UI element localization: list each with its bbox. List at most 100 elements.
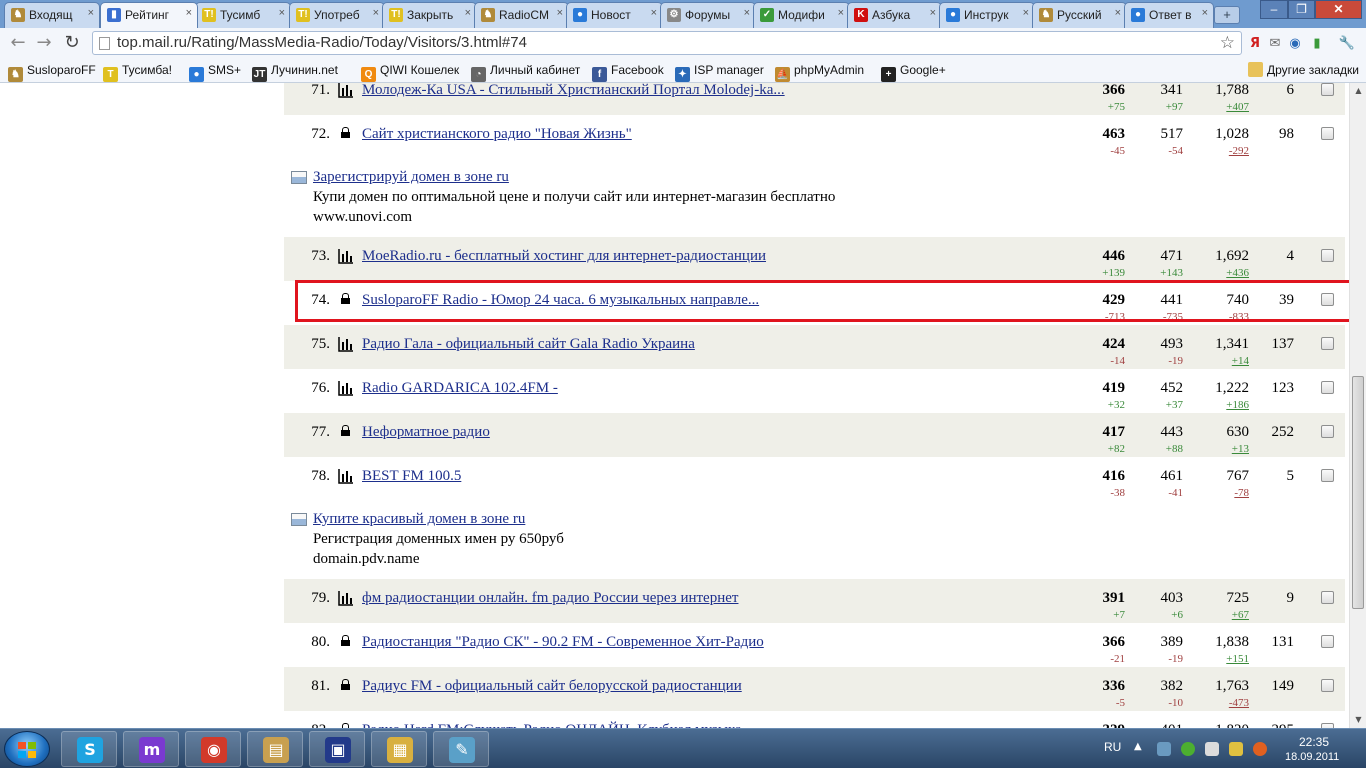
ad-title-link[interactable]: Купите красивый домен в зоне ru [313,511,525,528]
close-tab-icon[interactable]: × [186,7,192,19]
close-tab-icon[interactable]: × [744,7,750,19]
tab[interactable]: T! Тусимб × [195,2,291,28]
close-tab-icon[interactable]: × [279,7,285,19]
back-button[interactable]: ← [6,32,30,54]
tab[interactable]: ♞ Русский × [1032,2,1127,28]
taskbar-folder-button[interactable]: ▦ [371,731,427,767]
close-tab-icon[interactable]: × [651,7,657,19]
close-tab-icon[interactable]: × [557,7,563,19]
clock-time[interactable]: 22:35 [1299,735,1329,749]
row-checkbox[interactable] [1321,249,1334,262]
bookmark-item[interactable]: T Тусимба! [103,62,172,82]
wrench-icon[interactable]: 🔧 [1338,35,1356,53]
tray-antivirus-icon[interactable] [1253,742,1267,756]
site-link[interactable]: BEST FM 100.5 [362,468,461,485]
close-tab-icon[interactable]: × [465,7,471,19]
tab[interactable]: ♞ Входящ × [4,2,100,28]
close-tab-icon[interactable]: × [373,7,379,19]
stats-chart-icon[interactable] [338,590,354,606]
tab[interactable]: ▮ Рейтинг × [100,2,198,28]
start-button[interactable] [4,731,50,767]
close-window-button[interactable]: ✕ [1315,0,1362,19]
language-indicator[interactable]: RU [1104,740,1121,754]
maximize-button[interactable]: ❐ [1288,0,1315,19]
tab[interactable]: T! Закрыть × [382,2,477,28]
ad-title-link[interactable]: Зарегистрируй домен в зоне ru [313,169,509,186]
row-checkbox[interactable] [1321,381,1334,394]
close-tab-icon[interactable]: × [1202,7,1208,19]
tab[interactable]: ● Ответ в × [1124,2,1214,28]
new-tab-button[interactable]: + [1214,6,1240,24]
site-link[interactable]: MoeRadio.ru - бесплатный хостинг для инт… [362,248,766,265]
bookmark-item[interactable]: + Google+ [881,62,946,82]
bookmark-item[interactable]: f Facebook [592,62,664,82]
reload-button[interactable]: ↻ [60,32,84,54]
visitor-change[interactable]: -473 [1189,697,1249,709]
stats-chart-icon[interactable] [338,248,354,264]
visitor-change[interactable]: +407 [1189,101,1249,113]
other-bookmarks[interactable]: Другие закладки [1248,62,1359,79]
row-checkbox[interactable] [1321,127,1334,140]
signal-icon[interactable]: ▮ [1308,35,1326,53]
tray-network-icon[interactable] [1157,742,1171,756]
stats-chart-icon[interactable] [338,380,354,396]
visitor-change[interactable]: +436 [1189,267,1249,279]
vertical-scrollbar[interactable]: ▲ ▼ [1349,83,1366,728]
tab[interactable]: ♞ RadioCM × [474,2,569,28]
visitor-change[interactable]: +151 [1189,653,1249,665]
forward-button[interactable]: → [32,32,56,54]
bookmark-item[interactable]: ♞ SusloparoFF [8,62,96,82]
globe-icon[interactable]: ◉ [1286,35,1304,53]
close-tab-icon[interactable]: × [88,7,94,19]
tab[interactable]: ⚙ Форумы × [660,2,756,28]
site-link[interactable]: Радиус FM - официальный сайт белорусской… [362,678,742,695]
bookmark-item[interactable]: JT Лучинин.net [252,62,338,82]
row-checkbox[interactable] [1321,337,1334,350]
tab[interactable]: ● Инструк × [939,2,1035,28]
visitor-change[interactable]: +13 [1189,443,1249,455]
scroll-thumb[interactable] [1352,376,1364,609]
site-link[interactable]: Радиостанция "Радио СК" - 90.2 FM - Совр… [362,634,764,651]
star-icon[interactable]: ☆ [1220,32,1235,54]
stats-chart-icon[interactable] [338,468,354,484]
tab[interactable]: ● Новост × [566,2,663,28]
tray-icq-icon[interactable] [1181,742,1195,756]
close-tab-icon[interactable]: × [1023,7,1029,19]
yandex-icon[interactable]: Я [1246,35,1264,53]
row-checkbox[interactable] [1321,425,1334,438]
row-checkbox[interactable] [1321,679,1334,692]
row-checkbox[interactable] [1321,591,1334,604]
site-link[interactable]: Radio GARDARICA 102.4FM - [362,380,558,397]
taskbar-explorer-window-button[interactable]: ▤ [247,731,303,767]
tray-pen-icon[interactable] [1229,742,1243,756]
taskbar-skype-button[interactable]: S [61,731,117,767]
bookmark-item[interactable]: ● SMS+ [189,62,241,82]
site-link[interactable]: Радио Гала - официальный сайт Gala Radio… [362,336,695,353]
scroll-up-arrow[interactable]: ▲ [1350,83,1366,99]
tray-arrow-icon[interactable]: ▲ [1134,741,1142,752]
tab[interactable]: T! Употреб × [289,2,385,28]
stats-chart-icon[interactable] [338,83,354,98]
close-tab-icon[interactable]: × [838,7,844,19]
scroll-down-arrow[interactable]: ▼ [1350,712,1366,728]
taskbar-chrome-button[interactable]: ◉ [185,731,241,767]
tray-device-icon[interactable] [1205,742,1219,756]
row-checkbox[interactable] [1321,635,1334,648]
close-tab-icon[interactable]: × [930,7,936,19]
bookmark-item[interactable]: ◔ Личный кабинет [471,62,580,82]
visitor-change[interactable]: +67 [1189,609,1249,621]
taskbar-notepad-button[interactable]: ✎ [433,731,489,767]
row-checkbox[interactable] [1321,469,1334,482]
taskbar-miranda-button[interactable]: m [123,731,179,767]
bookmark-item[interactable]: ✦ ISP manager [675,62,764,82]
visitor-change[interactable]: +186 [1189,399,1249,411]
tab[interactable]: K Азбука × [847,2,942,28]
visitor-change[interactable]: -78 [1189,487,1249,499]
visitor-change[interactable]: +14 [1189,355,1249,367]
tab[interactable]: ✓ Модифи × [753,2,850,28]
site-link[interactable]: Сайт христианского радио "Новая Жизнь" [362,126,632,143]
clock-date[interactable]: 18.09.2011 [1285,751,1339,763]
minimize-button[interactable]: – [1260,0,1288,19]
visitor-change[interactable]: -292 [1189,145,1249,157]
stats-chart-icon[interactable] [338,336,354,352]
